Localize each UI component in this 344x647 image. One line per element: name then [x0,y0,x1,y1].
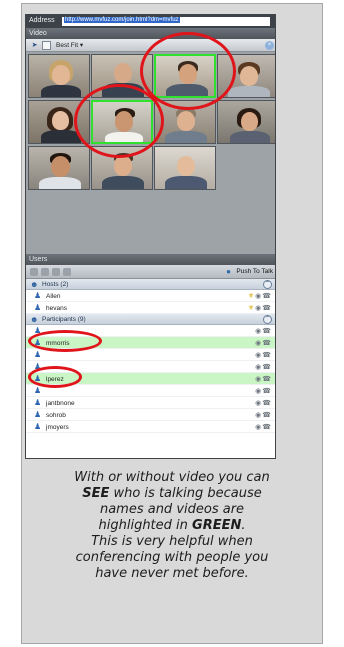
conference-app-window: Address http://www.mvfuz.com/join.html?d… [25,14,276,459]
caption-line: With or without video you can [74,470,270,485]
chat-icon[interactable] [52,268,60,276]
video-tile-6-active[interactable] [91,100,153,144]
caption-line: have never met before. [95,566,249,581]
person-icon: ♟ [34,386,42,395]
caption-green-word: GREEN [192,518,242,533]
host-row[interactable]: ♟ hevans ⚜◉☎ [26,302,275,314]
user-status-icons: ◉☎ [255,364,272,371]
user-name: hevans [46,305,67,312]
video-panel-title: Video [26,28,275,39]
person-icon: ♟ [34,362,42,371]
participant-row[interactable]: ♟ ◉☎ [26,385,275,397]
video-tile-10[interactable] [91,146,153,190]
caption-line: conferencing with people you [75,550,269,565]
participants-group-label: Participants (9) [42,316,86,323]
participant-row-talking[interactable]: ♟ mmorris ◉☎ [26,337,275,349]
participant-row-talking[interactable]: ♟ lperez ◉☎ [26,373,275,385]
camera-icon[interactable] [41,268,49,276]
user-status-icons: ◉☎ [255,328,272,335]
hosts-group-label: Hosts (2) [42,281,69,288]
group-icon: ☻ [30,280,39,289]
person-icon: ♟ [34,291,42,300]
person-icon: ♟ [34,422,42,431]
caption-line: highlighted in GREEN. [98,518,246,533]
user-status-icons: ◉☎ [255,400,272,407]
caption-line: This is very helpful when [91,534,253,549]
user-name: Allen [46,293,61,300]
person-icon: ♟ [34,398,42,407]
collapse-icon[interactable]: ⌃ [263,315,272,324]
video-tile-1[interactable] [28,54,90,98]
hosts-group-header[interactable]: ☻ Hosts (2) ⌃ [26,279,275,290]
address-label: Address [29,17,55,24]
video-toolbar: ➤ Best Fit ▾ × [26,39,275,52]
participant-row[interactable]: ♟ jmoyers ◉☎ [26,421,275,433]
push-to-talk-button[interactable]: Push To Talk [236,268,273,275]
pointer-icon[interactable]: ➤ [30,41,39,50]
caption-see-word: SEE [82,486,110,501]
video-tile-3-active[interactable] [154,54,216,98]
caption-line: SEE who is talking because [82,486,262,501]
user-name: jmoyers [46,424,69,431]
host-row[interactable]: ♟ Allen ⚜◉☎ [26,290,275,302]
user-status-icons: ◉☎ [255,424,272,431]
user-status-icons: ◉☎ [255,340,272,347]
person-icon: ♟ [34,338,42,347]
participant-row[interactable]: ♟ ◉☎ [26,325,275,337]
video-tile-4[interactable] [217,54,275,98]
person-icon: ♟ [34,326,42,335]
close-icon[interactable]: × [265,41,274,50]
participants-group-header[interactable]: ☻ Participants (9) ⌃ [26,314,275,325]
microphone-icon: ● [226,267,231,276]
user-status-icons: ◉☎ [255,412,272,419]
user-status-icons: ◉☎ [255,388,272,395]
collapse-icon[interactable]: ⌃ [263,280,272,289]
person-icon: ♟ [34,303,42,312]
user-status-icons: ⚜◉☎ [247,305,272,312]
settings-icon[interactable] [63,268,71,276]
participant-row[interactable]: ♟ ◉☎ [26,349,275,361]
person-icon: ♟ [34,374,42,383]
participant-row[interactable]: ♟ sohrob ◉☎ [26,409,275,421]
address-value: http://www.mvfuz.com/join.html?dm=mvfuz [64,17,180,23]
video-grid [26,32,275,254]
video-tile-5[interactable] [28,100,90,144]
mute-icon[interactable] [30,268,38,276]
person-icon: ♟ [34,410,42,419]
user-status-icons: ◉☎ [255,352,272,359]
user-status-icons: ⚜◉☎ [247,293,272,300]
group-icon: ☻ [30,315,39,324]
address-input[interactable]: http://www.mvfuz.com/join.html?dm=mvfuz [62,17,270,26]
video-tile-2[interactable] [91,54,153,98]
grid-icon[interactable] [42,41,51,50]
participant-row[interactable]: ♟ jantbnone ◉☎ [26,397,275,409]
user-name: jantbnone [46,400,75,407]
users-toolbar: ● Push To Talk [26,265,275,279]
video-tile-7[interactable] [154,100,216,144]
caption-text: With or without video you can SEE who is… [28,470,316,582]
person-icon: ♟ [34,350,42,359]
user-name: lperez [46,376,64,383]
user-status-icons: ◉☎ [255,376,272,383]
caption-line: names and videos are [99,502,245,517]
best-fit-dropdown[interactable]: Best Fit ▾ [56,41,83,49]
participant-row[interactable]: ♟ ◉☎ [26,361,275,373]
video-tile-11[interactable] [154,146,216,190]
user-name: sohrob [46,412,66,419]
users-panel-title: Users [26,254,275,265]
users-list: ☻ Hosts (2) ⌃ ♟ Allen ⚜◉☎ ♟ hevans ⚜◉☎ ☻… [26,279,275,458]
video-tile-9[interactable] [28,146,90,190]
video-tile-8[interactable] [217,100,275,144]
address-bar: Address http://www.mvfuz.com/join.html?d… [26,15,275,28]
user-name: mmorris [46,340,70,347]
